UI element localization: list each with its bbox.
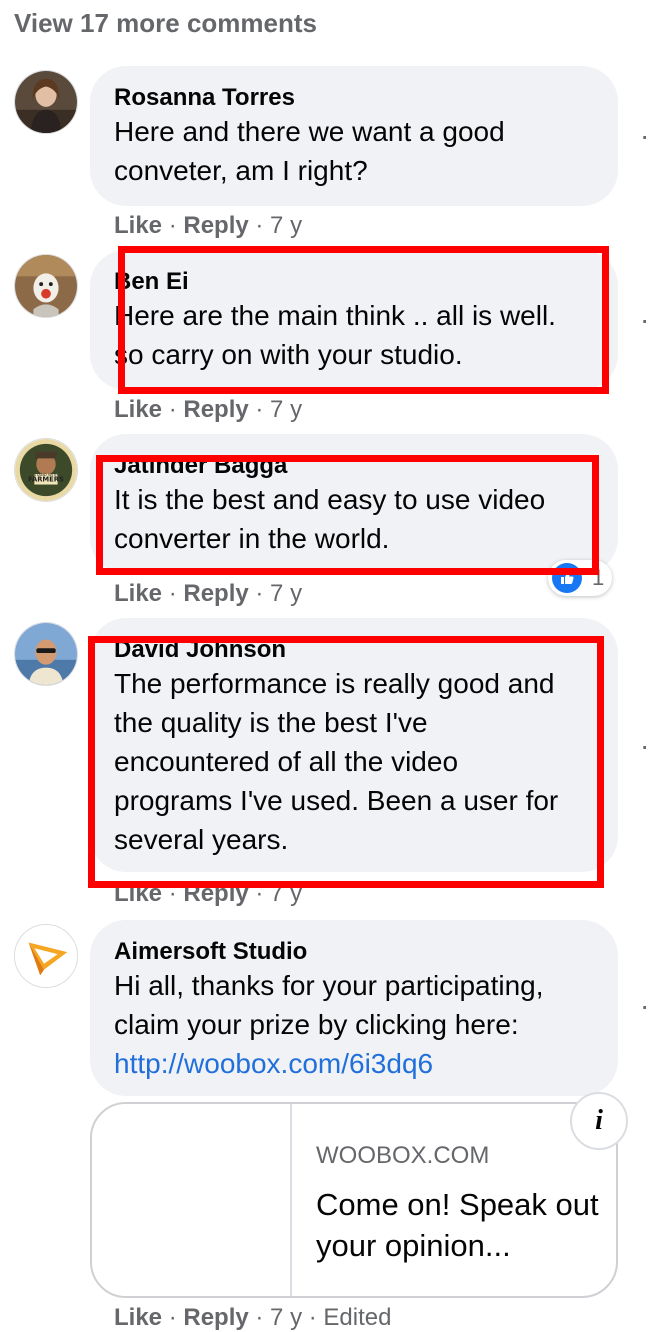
comment-bubble: Jatinder Bagga It is the best and easy t… — [90, 434, 618, 574]
reply-button[interactable]: Reply — [183, 880, 248, 907]
comment-timestamp[interactable]: 7 y — [270, 212, 302, 239]
comment-actions: Like · Reply · 7 y · Edited — [114, 1304, 392, 1331]
avatar-rosanna-torres[interactable] — [14, 70, 78, 134]
link-preview-card[interactable]: WOOBOX.COM Come on! Speak out your opini… — [90, 1102, 618, 1298]
link-preview-title[interactable]: Come on! Speak out your opinion... — [316, 1184, 606, 1266]
reply-button[interactable]: Reply — [183, 396, 248, 423]
thumbs-up-icon — [552, 563, 582, 593]
reply-button[interactable]: Reply — [183, 1304, 248, 1331]
comment-actions: Like · Reply · 7 y — [114, 396, 303, 423]
reply-button[interactable]: Reply — [183, 212, 248, 239]
info-icon[interactable]: i — [570, 1092, 628, 1150]
comment-bubble: Ben Ei Here are the main think .. all is… — [90, 250, 618, 390]
comment-link[interactable]: http://woobox.com/6i3dq6 — [114, 1048, 433, 1079]
comment-timestamp[interactable]: 7 y — [270, 396, 302, 423]
comment-author[interactable]: Ben Ei — [114, 268, 594, 296]
comment-author[interactable]: Rosanna Torres — [114, 84, 594, 112]
comment-bubble: David Johnson The performance is really … — [90, 618, 618, 872]
comment-actions: Like · Reply · 7 y — [114, 880, 303, 907]
edited-label[interactable]: Edited — [323, 1304, 391, 1331]
like-button[interactable]: Like — [114, 212, 162, 239]
comment-actions: Like · Reply · 7 y — [114, 212, 303, 239]
more-options-icon[interactable]: ·· — [640, 732, 654, 760]
svg-text:STAND WITH: STAND WITH — [34, 472, 59, 477]
comment-author[interactable]: Jatinder Bagga — [114, 452, 594, 480]
link-preview-domain: WOOBOX.COM — [316, 1142, 490, 1169]
comment-author[interactable]: Aimersoft Studio — [114, 938, 594, 966]
avatar-ben-ei[interactable] — [14, 254, 78, 318]
more-options-icon[interactable]: ·· — [640, 306, 654, 334]
comment-timestamp[interactable]: 7 y — [270, 880, 302, 907]
like-button[interactable]: Like — [114, 1304, 162, 1331]
like-button[interactable]: Like — [114, 580, 162, 607]
reaction-count: 1 — [592, 565, 605, 590]
more-options-icon[interactable]: ·· — [640, 992, 654, 1020]
comment-text: Here and there we want a good conveter, a… — [114, 116, 505, 186]
comment-timestamp[interactable]: 7 y — [270, 580, 302, 607]
reaction-count-badge[interactable]: 1 — [548, 560, 612, 596]
comment-text: Here are the main think .. all is well. s… — [114, 300, 556, 370]
comment-text: Hi all, thanks for your participating, cl… — [114, 970, 544, 1079]
avatar-david-johnson[interactable] — [14, 622, 78, 686]
comment-text: It is the best and easy to use video conv… — [114, 484, 546, 554]
avatar-jatinder-bagga[interactable]: FARMERS STAND WITH — [14, 438, 78, 502]
comment-actions: Like · Reply · 7 y — [114, 580, 303, 607]
comment-bubble: Aimersoft Studio Hi all, thanks for your… — [90, 920, 618, 1096]
like-button[interactable]: Like — [114, 880, 162, 907]
avatar-aimersoft-studio[interactable] — [14, 924, 78, 988]
comment-timestamp[interactable]: 7 y — [270, 1304, 302, 1331]
like-button[interactable]: Like — [114, 396, 162, 423]
comment-text: The performance is really good and the qu… — [114, 668, 559, 855]
comment-author[interactable]: David Johnson — [114, 636, 594, 664]
comment-bubble: Rosanna Torres Here and there we want a … — [90, 66, 618, 206]
more-options-icon[interactable]: ·· — [640, 122, 654, 150]
reply-button[interactable]: Reply — [183, 580, 248, 607]
link-preview-thumbnail[interactable] — [92, 1104, 292, 1296]
view-more-comments-link[interactable]: View 17 more comments — [14, 8, 317, 39]
